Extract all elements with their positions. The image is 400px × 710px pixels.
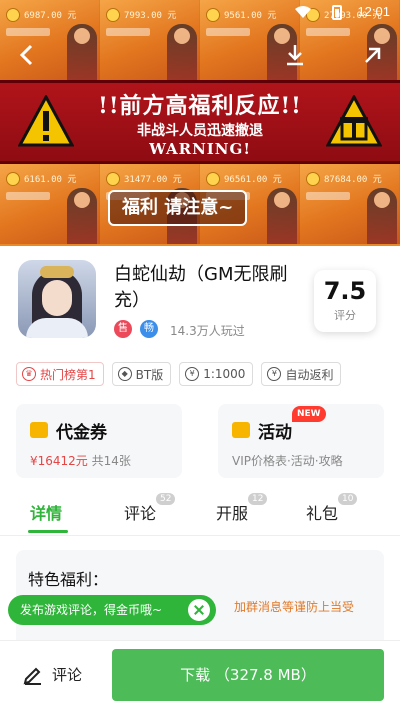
voucher-title: 代金券 [56,423,107,443]
tile-label-bar [106,28,150,36]
ticket-icon [30,422,48,438]
bottom-action-bar: 评论 下载 （327.8 MB） [0,640,400,710]
tag-auto-rebate[interactable]: ¥ 自动返利 [261,362,342,386]
activity-title: 活动 [258,423,292,443]
yen-icon: ¥ [267,367,282,381]
coin-icon: ¥ [185,367,200,381]
avatar-crown [40,266,74,278]
comment-label: 评论 [52,665,83,684]
tag-label: 1:1000 [203,367,246,381]
trophy-icon: ♛ [22,367,36,381]
status-bar: 12:01 [0,0,400,26]
character-figure [167,24,197,80]
pen-icon [23,667,41,685]
tile-label-bar [306,28,350,36]
coin-icon [6,172,20,186]
tab-gifts-count: 10 [338,493,358,505]
tab-gifts[interactable]: 礼包 [306,500,338,524]
gift-icon [326,95,382,147]
tab-comments[interactable]: 评论 [124,500,156,524]
coin-icon [106,172,120,186]
warning-band: !!前方高福利反应!! 非战斗人员迅速撤退 WARNING! [0,80,400,164]
tab-server-count: 12 [248,493,268,505]
feature-tags: ♛ 热门榜第1 ◆ BT版 ¥ 1:1000 ¥ 自动返利 [16,362,342,386]
activity-icon [232,422,250,438]
voucher-summary: ¥16412元 共14张 [30,452,131,469]
tile-label-bar [206,28,250,36]
new-badge: NEW [292,406,326,422]
voucher-amount: ¥16412元 [30,454,88,468]
tile-label-bar [6,192,50,200]
welfare-text: 加群消息等谨防上当受 [234,600,355,614]
tag-label: 自动返利 [285,367,334,382]
battery-icon [332,5,342,20]
tag-label: 热门榜第1 [40,367,96,382]
tile-label-bar [306,192,350,200]
game-icon-image [18,260,96,338]
welfare-title: 特色福利： [28,570,109,589]
download-button[interactable]: 下载 （327.8 MB） [112,649,384,701]
comment-button[interactable]: 评论 [22,663,82,685]
tile-value: 96561.00 元 [224,175,282,185]
status-time: 12:01 [357,4,390,19]
tile-value: 31477.00 元 [124,175,182,185]
coin-icon [206,172,220,186]
active-tab-indicator [28,530,68,533]
rating-label: 评分 [334,309,356,322]
tab-details[interactable]: 详情 [30,500,62,524]
activity-subtitle: VIP价格表·活动·攻略 [232,454,343,468]
tab-bar: 详情 评论 52 开服 12 礼包 10 [0,490,400,536]
tag-ratio[interactable]: ¥ 1:1000 [179,362,254,386]
sale-badge: 售 [114,320,132,338]
banner-tile: 87684.00 元 [300,164,400,244]
voucher-card[interactable]: 代金券 ¥16412元 共14张 [16,404,182,478]
download-icon[interactable] [282,42,308,68]
avatar-robe [26,318,88,338]
character-figure [367,188,397,244]
character-figure [267,188,297,244]
close-icon[interactable] [188,599,210,621]
tag-label: BT版 [135,367,164,382]
tab-comments-count: 52 [156,493,176,505]
promo-banner[interactable]: 6987.00 元 7993.00 元 9561.00 元 27993.00 元… [0,0,400,246]
back-arrow-icon[interactable] [14,42,40,68]
tab-server[interactable]: 开服 [216,500,248,524]
rating-value: 7.5 [323,277,367,305]
flame-icon: ◆ [117,367,132,381]
coin-icon [306,172,320,186]
wifi-icon [295,6,311,18]
player-count: 14.3万人玩过 [170,324,245,338]
voucher-count: 共14张 [91,454,131,468]
tile-value: 6161.00 元 [24,175,77,185]
game-title: 白蛇仙劫（GM无限刷充） [114,264,288,311]
character-figure [67,188,97,244]
banner-notice: 福利 请注意~ [108,190,248,226]
tile-label-bar [6,28,50,36]
tag-bt-version[interactable]: ◆ BT版 [111,362,172,386]
banner-tile: 6161.00 元 [0,164,100,244]
tile-value: 87684.00 元 [324,175,382,185]
share-icon[interactable] [360,42,386,68]
character-figure [67,24,97,80]
smooth-badge: 畅 [140,320,158,338]
rating-box: 7.5 评分 [314,270,376,332]
comment-toast[interactable]: 发布游戏评论，得金币哦~ [8,595,216,625]
tag-hot-rank[interactable]: ♛ 热门榜第1 [16,362,104,386]
avatar-face [42,280,72,316]
